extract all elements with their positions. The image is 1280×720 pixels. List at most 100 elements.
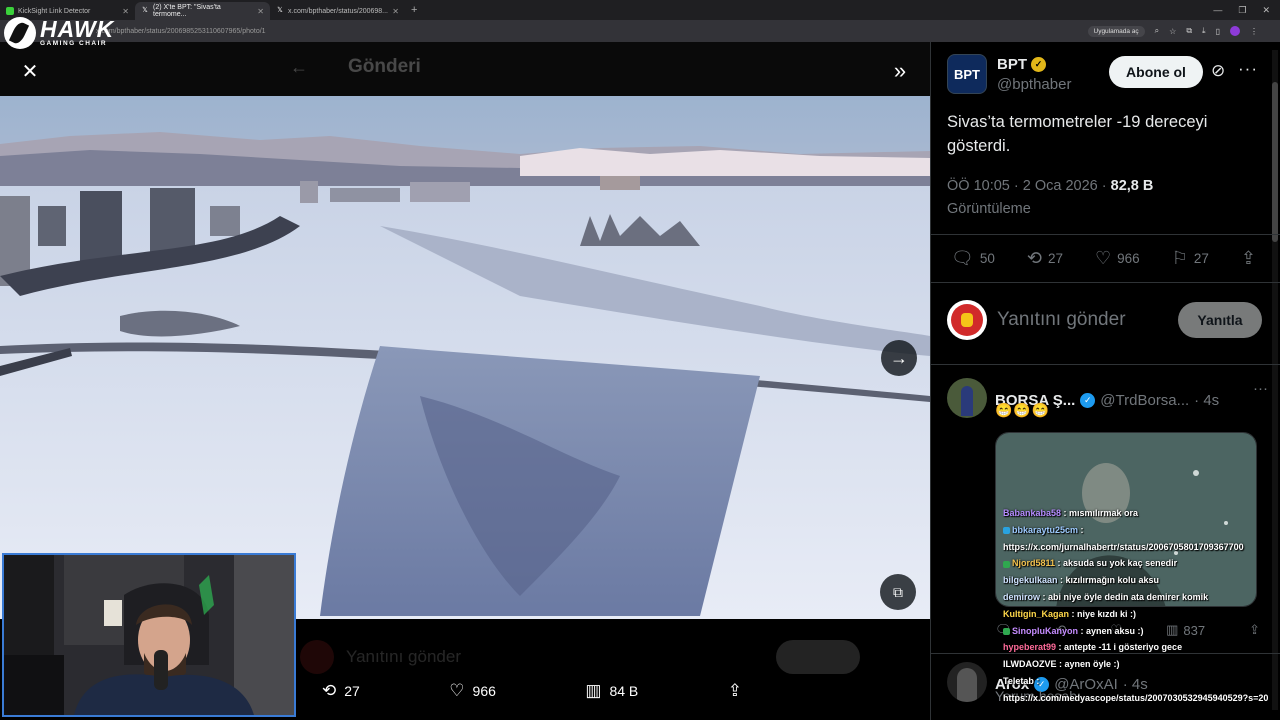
star-icon[interactable]: ☆ bbox=[1169, 27, 1176, 36]
chat-message: bilgekulkaan : kızılırmağın kolu aksu bbox=[1003, 572, 1280, 589]
user-avatar[interactable] bbox=[947, 300, 987, 340]
reply-submit-button[interactable]: Yanıtla bbox=[1178, 302, 1262, 338]
ghost-reply-text: Yanıtını gönder bbox=[346, 647, 461, 666]
chat-text: https://x.com/medyascope/status/20070305… bbox=[1003, 692, 1269, 703]
tweet-stats-row: 🗨 50 ⟲ 27 ♡ 966 ⚐ 27 ⇪ bbox=[951, 248, 1256, 269]
reply-text: 😁😁😁 bbox=[995, 402, 1051, 418]
chat-username: Babankaba58 bbox=[1003, 508, 1062, 518]
chat-text: : bbox=[1033, 675, 1040, 686]
back-arrow-icon: ← bbox=[290, 56, 308, 77]
share-icon: ⇪ bbox=[727, 681, 742, 700]
browser-tab-3[interactable]: 𝕏 x.com/bpthaber/status/200698... ✕ bbox=[270, 2, 405, 20]
tab-close-icon[interactable]: ✕ bbox=[392, 7, 399, 16]
tab-close-icon[interactable]: ✕ bbox=[122, 7, 129, 16]
open-in-app-button[interactable]: Uygulamada aç bbox=[1087, 25, 1145, 37]
maximize-icon[interactable]: ❐ bbox=[1238, 5, 1246, 16]
hawk-logo-icon bbox=[4, 17, 36, 49]
more-icon[interactable]: ··· bbox=[1253, 380, 1268, 397]
reply-compose: Yanıtını gönder Yanıtla bbox=[947, 300, 1262, 340]
viewer-like-button[interactable]: ♡ 966 bbox=[449, 681, 496, 701]
views-icon: ▥ bbox=[585, 681, 602, 700]
retweet-icon: ⟲ bbox=[1026, 248, 1042, 268]
extensions-icon[interactable]: ⧉ bbox=[1186, 26, 1192, 36]
chat-message: Kultigin_Kagan : niye kızdı ki :) bbox=[1003, 606, 1280, 623]
streamer-webcam-image bbox=[4, 555, 294, 715]
browser-tab-bar: KickSight Link Detector ✕ 𝕏 (2) X'te BPT… bbox=[0, 0, 1280, 20]
viewer-action-row: ⟲ 27 ♡ 966 ▥ 84 B ⇪ bbox=[322, 681, 742, 701]
reply-time[interactable]: · 4s bbox=[1194, 392, 1219, 409]
logo-sub: GAMING CHAIR bbox=[40, 40, 108, 48]
tab-title: x.com/bpthaber/status/200698... bbox=[288, 7, 389, 15]
verified-icon: ✓ bbox=[1080, 392, 1096, 408]
chat-text: : kızılırmağın kolu aksu bbox=[1057, 575, 1160, 586]
chat-text: : mısmılırmak ora bbox=[1061, 508, 1139, 518]
retweet-icon: ⟲ bbox=[322, 681, 337, 700]
alt-text-button[interactable]: ⧉ bbox=[880, 574, 916, 610]
chat-username: demirow bbox=[1003, 591, 1041, 602]
chat-message: hypeberat99 : antepte -11 i gösteriyo ge… bbox=[1003, 639, 1280, 656]
close-viewer-button[interactable]: ✕ bbox=[18, 60, 42, 84]
chat-badge-icon bbox=[1003, 526, 1010, 534]
grok-icon[interactable]: ⊘ bbox=[1211, 61, 1225, 81]
chat-text: : aynen aksu :) bbox=[1078, 625, 1144, 636]
zoom-icon[interactable]: ⌕ bbox=[1155, 26, 1159, 36]
bookmark-button[interactable]: ⚐ 27 bbox=[1172, 248, 1209, 269]
reply-avatar[interactable] bbox=[947, 662, 987, 702]
heart-icon: ♡ bbox=[1095, 248, 1112, 268]
share-icon: ⇪ bbox=[1240, 248, 1256, 268]
viewer-retweet-button[interactable]: ⟲ 27 bbox=[322, 681, 360, 701]
webcam-overlay bbox=[2, 553, 296, 717]
window-close-icon[interactable]: ✕ bbox=[1262, 5, 1270, 16]
url-text[interactable]: x.com/bpthaber/status/200698525311060796… bbox=[96, 28, 266, 35]
retweet-button[interactable]: ⟲ 27 bbox=[1027, 248, 1063, 269]
tweet-photo[interactable] bbox=[0, 96, 930, 619]
tab-close-icon[interactable]: ✕ bbox=[257, 7, 264, 16]
download-icon[interactable]: ⤓ bbox=[1202, 26, 1206, 36]
tweet-time[interactable]: ÖÖ 10:05 · 2 Oca 2026 · bbox=[947, 178, 1111, 194]
tab-title: KickSight Link Detector bbox=[18, 7, 91, 15]
chat-message: https://x.com/medyascope/status/20070305… bbox=[1003, 690, 1280, 707]
divider bbox=[931, 282, 1280, 283]
chat-username: Kultigin_Kagan bbox=[1003, 608, 1070, 619]
share-button[interactable]: ⇪ bbox=[1241, 248, 1256, 269]
reply-button[interactable]: 🗨 50 bbox=[951, 248, 995, 269]
reply-count: 50 bbox=[979, 251, 995, 266]
collapse-panel-button[interactable]: » bbox=[888, 60, 912, 84]
follow-button[interactable]: Abone ol bbox=[1109, 56, 1203, 88]
new-tab-icon[interactable]: + bbox=[405, 4, 423, 16]
sidebar-icon[interactable]: ▯ bbox=[1216, 27, 1220, 36]
author-name[interactable]: BPT bbox=[997, 56, 1027, 73]
menu-icon[interactable]: ⋮ bbox=[1250, 27, 1258, 36]
divider bbox=[931, 364, 1280, 365]
chat-username: Teletab bbox=[1003, 675, 1034, 686]
chat-username: hypeberat99 bbox=[1003, 642, 1057, 653]
close-icon: ✕ bbox=[21, 61, 39, 83]
retweet-count: 27 bbox=[1047, 251, 1064, 266]
chat-username: bbkaraytu25cm bbox=[1012, 524, 1079, 535]
viewer-views-button[interactable]: ▥ 84 B bbox=[585, 681, 638, 701]
address-bar: x.com/bpthaber/status/200698525311060796… bbox=[0, 20, 1280, 42]
chat-username: ILWDAOZVE bbox=[1003, 659, 1057, 670]
next-photo-button[interactable]: → bbox=[881, 340, 917, 376]
ghost-reply-row: Yanıtını gönder bbox=[300, 639, 860, 675]
author-handle[interactable]: @bpthaber bbox=[997, 76, 1071, 93]
chat-username: Njord5811 bbox=[1012, 558, 1056, 569]
tweet-text: Sivas’ta termometreler -19 dereceyi göst… bbox=[947, 113, 1208, 155]
reply-avatar[interactable] bbox=[947, 378, 987, 418]
more-icon[interactable]: ··· bbox=[1238, 59, 1258, 79]
chat-username: bilgekulkaan bbox=[1003, 575, 1058, 586]
chat-message: Teletab : bbox=[1003, 673, 1280, 690]
author-avatar[interactable]: BPT bbox=[947, 54, 987, 94]
minimize-icon[interactable]: — bbox=[1213, 5, 1222, 16]
reply-author-handle[interactable]: @TrdBorsa... bbox=[1100, 392, 1189, 409]
panel-scroll-thumb[interactable] bbox=[1272, 82, 1278, 242]
heart-icon: ♡ bbox=[449, 681, 465, 700]
chat-message: ILWDAOZVE : aynen öyle :) bbox=[1003, 656, 1280, 673]
like-button[interactable]: ♡ 966 bbox=[1095, 248, 1140, 269]
viewer-retweet-count: 27 bbox=[344, 683, 360, 699]
ghost-post-header: ← Gönderi bbox=[290, 56, 421, 78]
profile-icon[interactable] bbox=[1230, 26, 1240, 36]
browser-tab-2[interactable]: 𝕏 (2) X'te BPT: "Sivas'ta termome... ✕ bbox=[135, 2, 270, 20]
reply-input[interactable]: Yanıtını gönder bbox=[997, 309, 1126, 331]
viewer-share-button[interactable]: ⇪ bbox=[728, 681, 742, 701]
